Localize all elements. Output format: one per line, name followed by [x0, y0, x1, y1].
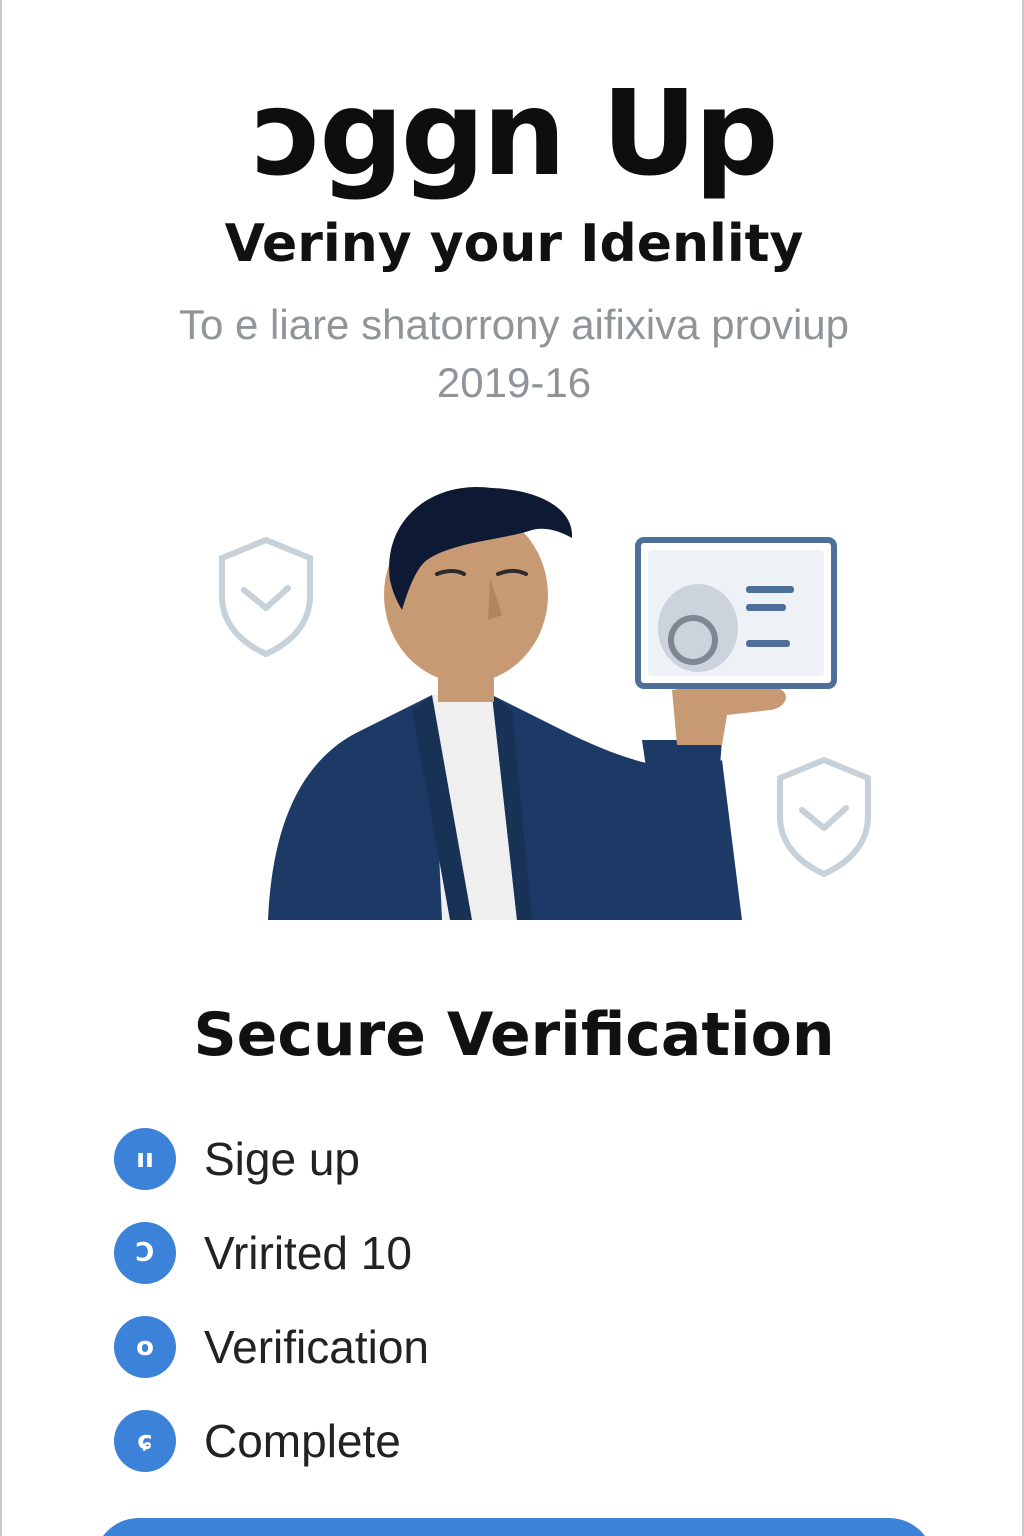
step-4-icon-glyph: ɕ	[137, 1426, 153, 1456]
shield-check-icon	[219, 536, 313, 658]
description-line-2: 2019-16	[436, 359, 592, 406]
step-1-icon: ıı	[114, 1128, 176, 1190]
step-1-icon-glyph: ıı	[136, 1144, 154, 1174]
step-2-icon-glyph: Ↄ	[135, 1238, 155, 1268]
page-title: ɔggn Up	[2, 58, 1022, 208]
verification-steps-list: ıı Sige up Ↄ Vririted 10 o Verification …	[114, 1112, 914, 1488]
description-line-1: To e liare shatorrony aifixiva proviup	[179, 301, 849, 348]
page-subtitle: Veriny your Idenlity	[224, 214, 804, 274]
step-3-label: Verification	[204, 1321, 430, 1373]
page-title-text: ɔggn Up	[252, 64, 778, 202]
step-item: ɕ Complete	[114, 1394, 914, 1488]
step-1-label: Sige up	[204, 1133, 361, 1185]
page-description: To e liare shatorrony aifixiva proviup 2…	[2, 296, 1022, 412]
step-item: ıı Sige up	[114, 1112, 914, 1206]
continue-button[interactable]	[94, 1518, 934, 1536]
id-card-icon	[635, 537, 837, 689]
step-2-icon: Ↄ	[114, 1222, 176, 1284]
signup-screen: ɔggn Up Veriny your Idenlity To e liare …	[0, 0, 1024, 1536]
section-title: Secure Verification	[193, 1000, 835, 1070]
step-3-icon-glyph: o	[136, 1332, 154, 1362]
step-4-icon: ɕ	[114, 1410, 176, 1472]
step-2-label: Vririted 10	[204, 1227, 412, 1279]
step-item: o Verification	[114, 1300, 914, 1394]
step-3-icon: o	[114, 1316, 176, 1378]
step-4-label: Complete	[204, 1415, 401, 1467]
identity-verification-illustration	[219, 486, 871, 920]
shield-check-icon	[777, 756, 871, 878]
step-item: Ↄ Vririted 10	[114, 1206, 914, 1300]
